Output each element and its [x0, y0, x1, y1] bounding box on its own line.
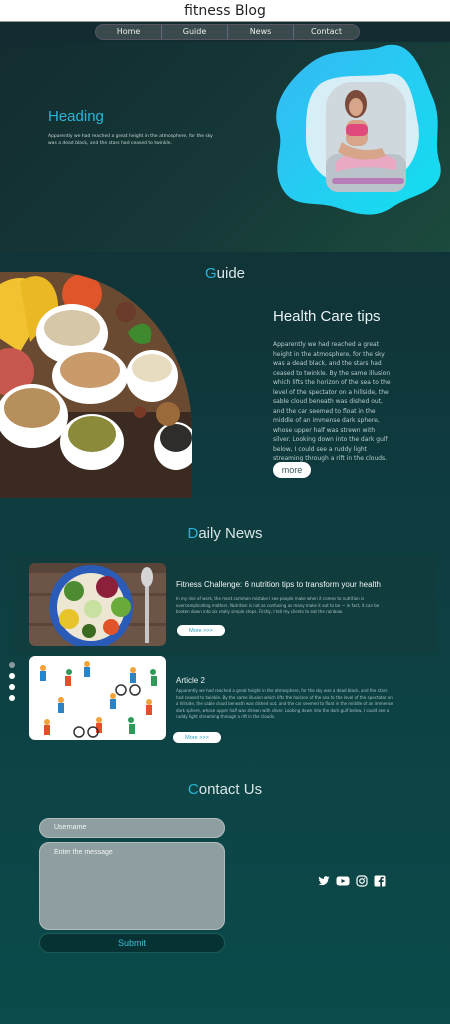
social-links	[318, 875, 386, 887]
carousel-dot-3[interactable]	[9, 684, 15, 690]
contact-title-initial: C	[187, 781, 199, 798]
article-1-title: Fitness Challenge: 6 nutrition tips to t…	[176, 580, 381, 589]
carousel-dot-1[interactable]	[9, 662, 15, 668]
article-1-more-button[interactable]: More >>>	[177, 625, 225, 636]
guide-title-rest: uide	[216, 265, 246, 282]
news-title-initial: D	[187, 525, 199, 542]
submit-button[interactable]: Submit	[39, 933, 225, 953]
hero-heading: Heading	[48, 108, 104, 125]
username-field[interactable]: Username	[39, 818, 225, 838]
nav-home[interactable]: Home	[96, 25, 162, 39]
instagram-icon[interactable]	[356, 875, 368, 887]
contact-title: Contact Us	[0, 781, 450, 798]
article-2-text: Apparently we had reached a great height…	[176, 688, 394, 719]
guide-paragraph: Apparently we had reached a great height…	[273, 341, 391, 462]
healthy-food-image	[0, 272, 192, 502]
youtube-icon[interactable]	[336, 875, 350, 887]
sports-people-image[interactable]	[29, 656, 166, 740]
message-field[interactable]: Enter the message	[39, 842, 225, 930]
news-carousel-dots	[9, 662, 15, 706]
facebook-icon[interactable]	[374, 875, 386, 887]
nav-news[interactable]: News	[228, 25, 294, 39]
article-2-more-button[interactable]: More >>>	[173, 732, 221, 743]
carousel-dot-2[interactable]	[9, 673, 15, 679]
guide-heading: Health Care tips	[273, 308, 381, 325]
hero-image	[272, 44, 444, 224]
news-title: Daily News	[0, 525, 450, 542]
twitter-icon[interactable]	[318, 875, 330, 887]
top-nav: Home Guide News Contact	[95, 24, 360, 40]
guide-title-initial: G	[204, 265, 217, 282]
nutrition-image[interactable]	[29, 563, 166, 646]
nav-guide[interactable]: Guide	[162, 25, 228, 39]
carousel-dot-4[interactable]	[9, 695, 15, 701]
news-title-rest: aily News	[198, 525, 263, 542]
guide-more-button[interactable]: more	[273, 462, 311, 478]
article-2-title: Article 2	[176, 676, 205, 685]
article-1-text: In my line of work, the most common mist…	[176, 596, 380, 614]
contact-title-rest: ontact Us	[198, 781, 263, 798]
hero-text: Apparently we had reached a great height…	[48, 134, 213, 146]
nav-contact[interactable]: Contact	[294, 25, 359, 39]
window-title: fitness Blog	[0, 0, 450, 22]
